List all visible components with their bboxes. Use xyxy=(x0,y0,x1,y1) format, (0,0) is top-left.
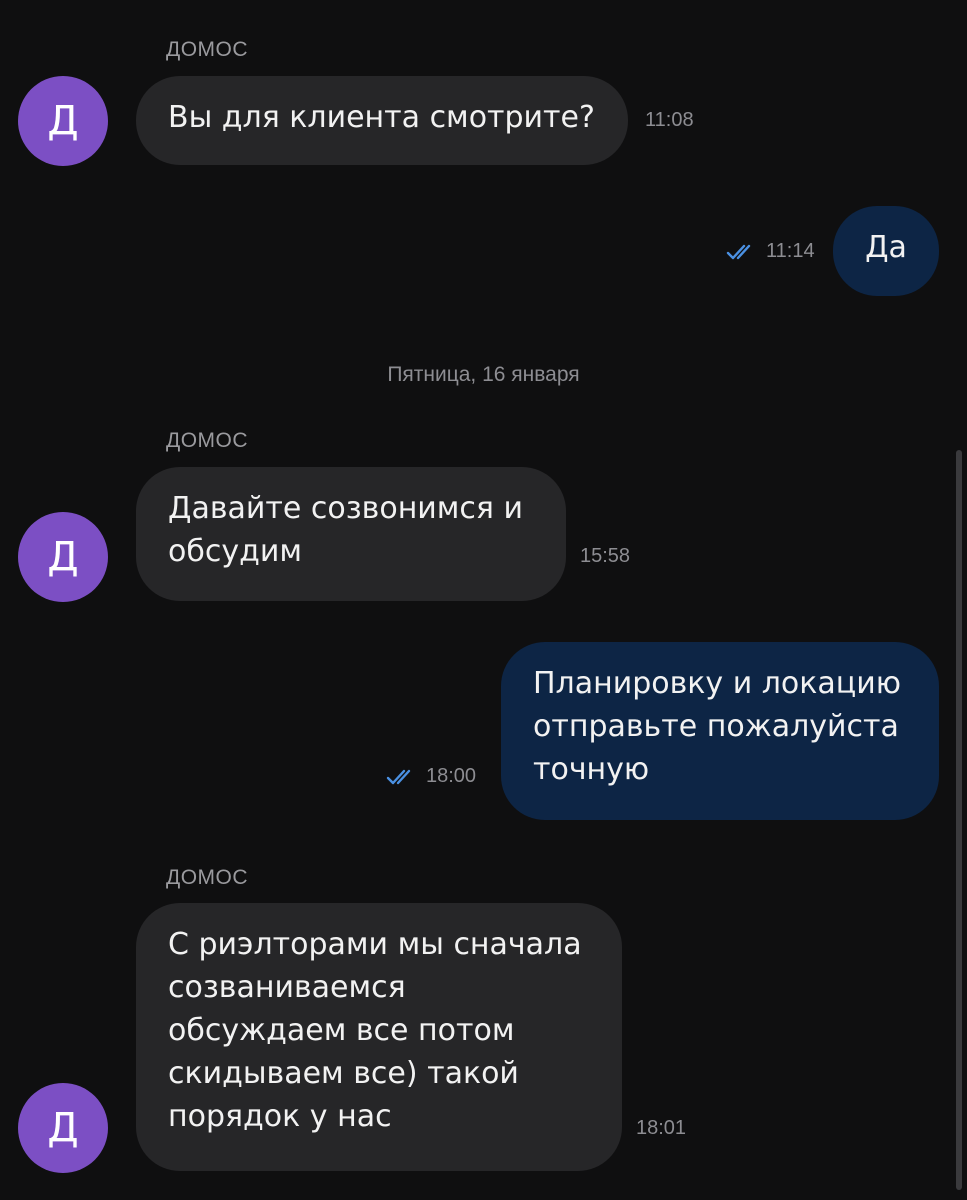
outgoing-message-bubble[interactable]: Планировку и локацию отправьте пожалуйст… xyxy=(501,642,939,820)
chat-message-list[interactable]: ДОМОС Д Вы для клиента смотрите? 11:08 1… xyxy=(0,0,967,1200)
sender-name: ДОМОС xyxy=(166,866,249,889)
sender-avatar[interactable]: Д xyxy=(18,76,108,166)
sender-name: ДОМОС xyxy=(166,38,249,61)
incoming-message-bubble[interactable]: Давайте созвонимся и обсудим xyxy=(136,467,566,601)
double-check-icon xyxy=(726,244,751,259)
message-time: 11:14 xyxy=(766,240,815,262)
sender-avatar[interactable]: Д xyxy=(18,512,108,602)
outgoing-message-bubble[interactable]: Да xyxy=(833,206,939,296)
sender-name: ДОМОС xyxy=(166,429,249,452)
message-time: 18:00 xyxy=(426,765,477,787)
message-status: 11:14 xyxy=(726,240,815,263)
incoming-message-bubble[interactable]: С риэлторами мы сначала созваниваемся об… xyxy=(136,903,622,1171)
message-time: 11:08 xyxy=(645,109,694,131)
sender-avatar[interactable]: Д xyxy=(18,1083,108,1173)
message-time: 18:01 xyxy=(636,1117,687,1139)
double-check-icon xyxy=(386,769,411,784)
scrollbar[interactable] xyxy=(956,450,962,1190)
message-time: 15:58 xyxy=(580,545,631,567)
incoming-message-bubble[interactable]: Вы для клиента смотрите? xyxy=(136,76,628,165)
message-status: 18:00 xyxy=(386,765,476,788)
date-separator: Пятница, 16 января xyxy=(387,363,580,386)
